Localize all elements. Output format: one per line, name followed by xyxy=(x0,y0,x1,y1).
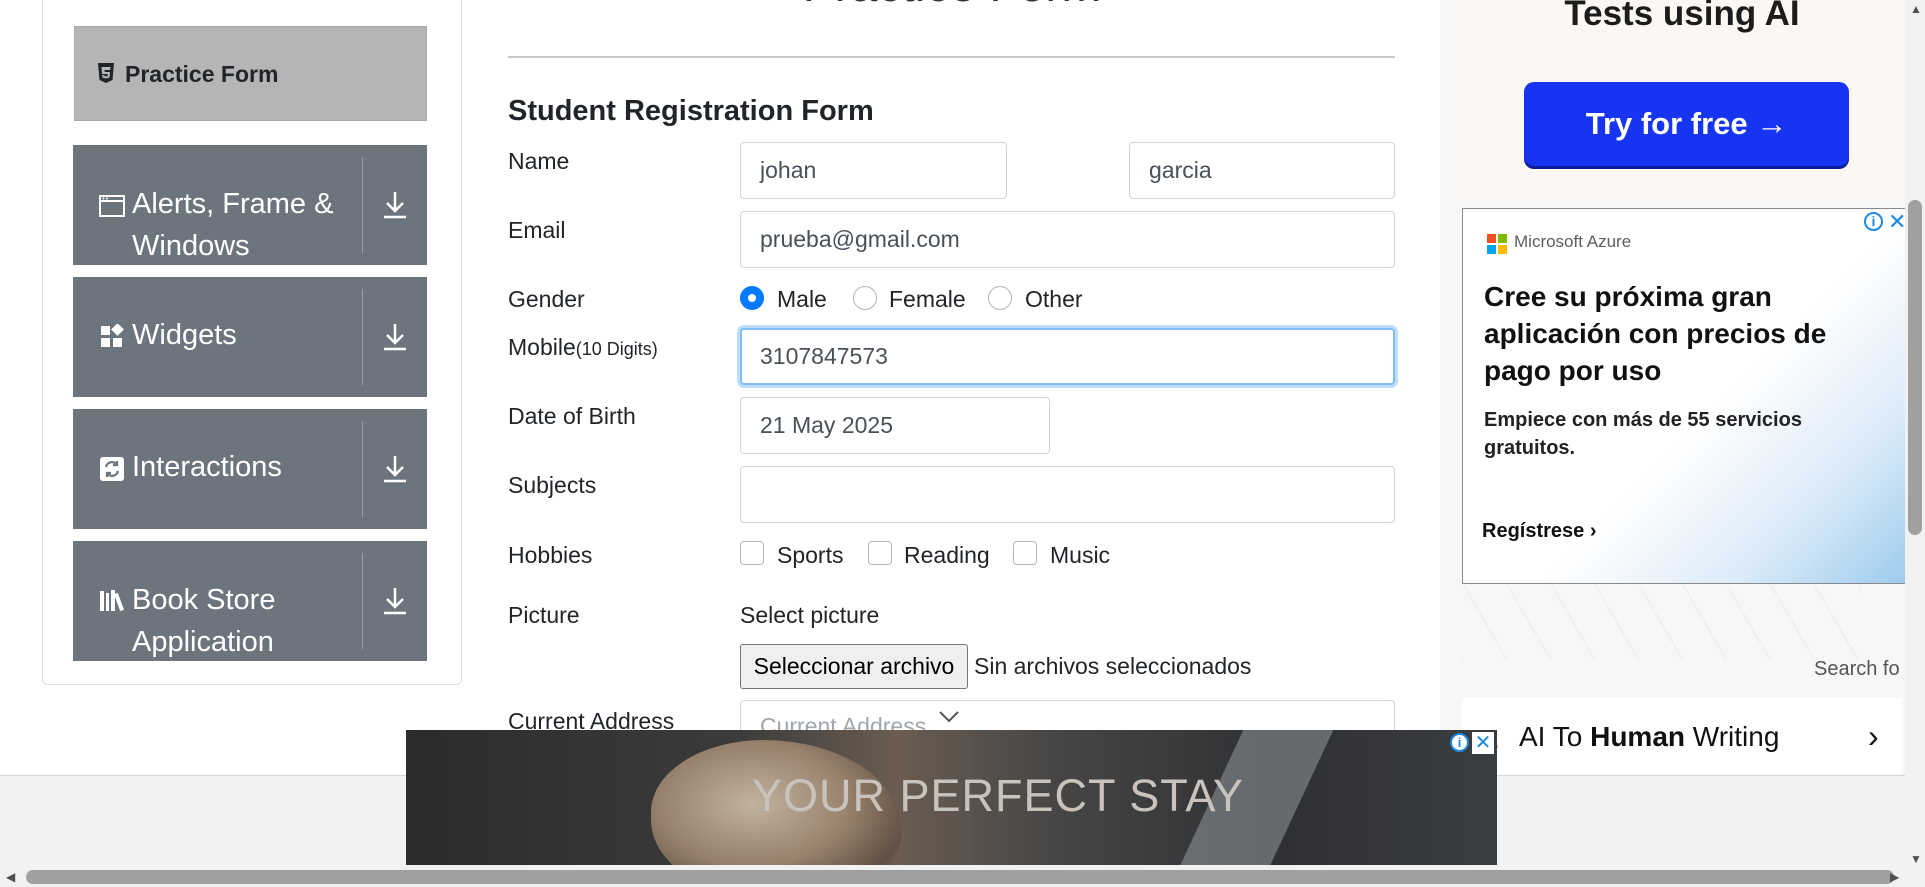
sidebar-group-book-store[interactable]: Book Store Application xyxy=(73,541,427,661)
subjects-input[interactable] xyxy=(740,466,1395,523)
subjects-label: Subjects xyxy=(508,472,597,498)
mobile-label: Mobile(10 Digits) xyxy=(508,334,658,361)
scroll-left-arrow-icon[interactable]: ◀ xyxy=(6,870,15,884)
email-input[interactable]: prueba@gmail.com xyxy=(740,211,1395,268)
sidebar-group-label: Book Store Application xyxy=(132,584,276,658)
ad-row-text[interactable]: AI To Human Writing xyxy=(1519,721,1779,753)
sidebar-group-label: Interactions xyxy=(132,451,282,483)
hobby-reading-checkbox[interactable] xyxy=(868,541,892,565)
ad-brand: Microsoft Azure xyxy=(1514,232,1632,251)
sidebar-item-label: Practice Form xyxy=(125,61,279,87)
name-label: Name xyxy=(508,148,570,174)
chevron-right-icon[interactable]: › xyxy=(1868,718,1879,755)
ad-row-suffix: Writing xyxy=(1685,721,1780,752)
mobile-hint: (10 Digits) xyxy=(575,339,658,359)
search-label: Search fo xyxy=(1814,658,1900,680)
ad-register-link[interactable]: Regístrese › xyxy=(1482,520,1597,543)
ad-info-icon[interactable]: i xyxy=(1864,212,1883,231)
gender-label: Gender xyxy=(508,286,585,312)
ad-close-icon[interactable]: ✕ xyxy=(1888,209,1906,235)
file-status-text: Sin archivos seleccionados xyxy=(974,653,1252,679)
gender-female-label[interactable]: Female xyxy=(889,286,966,313)
hobby-sports-label[interactable]: Sports xyxy=(777,542,843,569)
form-heading: Student Registration Form xyxy=(508,95,874,127)
microsoft-logo-icon xyxy=(1487,234,1507,254)
hobby-sports-checkbox[interactable] xyxy=(740,541,764,565)
divider xyxy=(362,553,363,649)
scroll-down-arrow-icon[interactable]: ▼ xyxy=(1910,852,1922,866)
sidebar-item-practice-form[interactable]: Practice Form xyxy=(74,26,427,121)
sidebar-group-label: Widgets xyxy=(132,319,237,351)
sidebar-group-widgets[interactable]: Widgets xyxy=(73,277,427,397)
ad-subtext: Empiece con más de 55 servicios gratuito… xyxy=(1484,409,1802,459)
window-icon xyxy=(99,195,125,217)
bottom-ad-text: YOUR PERFECT STAY xyxy=(752,770,1245,821)
divider xyxy=(362,157,363,253)
divider xyxy=(362,289,363,385)
sidebar-group-label: Alerts, Frame & Windows xyxy=(132,188,334,262)
page-title: Practice Form xyxy=(508,0,1396,13)
ad-close-icon[interactable]: ✕ xyxy=(1472,732,1494,754)
hobby-reading-label[interactable]: Reading xyxy=(904,542,990,569)
divider xyxy=(362,421,363,517)
choose-file-button[interactable]: Seleccionar archivo xyxy=(740,644,968,689)
scroll-up-arrow-icon[interactable]: ▲ xyxy=(1910,2,1922,16)
picture-label: Picture xyxy=(508,602,580,628)
mobile-input[interactable]: 3107847573 xyxy=(740,328,1395,385)
dob-label: Date of Birth xyxy=(508,403,636,429)
chevron-down-icon xyxy=(939,711,959,723)
gender-other-radio[interactable] xyxy=(988,286,1012,310)
last-name-input[interactable]: garcia xyxy=(1129,142,1395,199)
scroll-right-arrow-icon[interactable]: ▶ xyxy=(1890,870,1899,884)
date-of-birth-input[interactable]: 21 May 2025 xyxy=(740,397,1050,454)
sidebar-group-alerts[interactable]: Alerts, Frame & Windows xyxy=(73,145,427,265)
vertical-scrollbar-thumb[interactable] xyxy=(1908,200,1922,535)
interactions-icon xyxy=(100,457,124,481)
gender-male-radio[interactable] xyxy=(740,286,764,310)
ad-headline: Cree su próxima gran aplicación con prec… xyxy=(1484,281,1827,386)
horizontal-scrollbar-thumb[interactable] xyxy=(26,870,1894,884)
ad-row-bold: Human xyxy=(1590,721,1685,752)
ad-info-icon[interactable]: i xyxy=(1450,733,1469,752)
email-label: Email xyxy=(508,217,566,243)
gender-female-radio[interactable] xyxy=(853,286,877,310)
widgets-icon xyxy=(101,324,124,347)
hobby-music-label[interactable]: Music xyxy=(1050,542,1110,569)
download-arrow-icon[interactable] xyxy=(378,584,412,618)
book-store-icon xyxy=(100,590,124,612)
select-picture-label: Select picture xyxy=(740,602,880,628)
try-for-free-button[interactable]: Try for free → xyxy=(1524,82,1849,166)
hobbies-label: Hobbies xyxy=(508,542,593,568)
gender-male-label[interactable]: Male xyxy=(777,286,827,313)
gender-other-label[interactable]: Other xyxy=(1025,286,1083,313)
sidebar-group-interactions[interactable]: Interactions xyxy=(73,409,427,529)
ad-pattern xyxy=(1462,585,1862,660)
download-arrow-icon[interactable] xyxy=(378,320,412,354)
hobby-music-checkbox[interactable] xyxy=(1013,541,1037,565)
download-arrow-icon[interactable] xyxy=(378,452,412,486)
download-arrow-icon[interactable] xyxy=(378,188,412,222)
ad-title: Tests using AI xyxy=(1564,0,1800,33)
divider xyxy=(508,56,1395,58)
ad-row-prefix: AI To xyxy=(1519,721,1591,752)
chevron-right-icon: › xyxy=(1589,520,1597,542)
ad-register-label: Regístrese xyxy=(1482,520,1585,542)
first-name-input[interactable]: johan xyxy=(740,142,1007,199)
mobile-label-text: Mobile xyxy=(508,334,576,360)
html5-icon xyxy=(98,63,114,83)
